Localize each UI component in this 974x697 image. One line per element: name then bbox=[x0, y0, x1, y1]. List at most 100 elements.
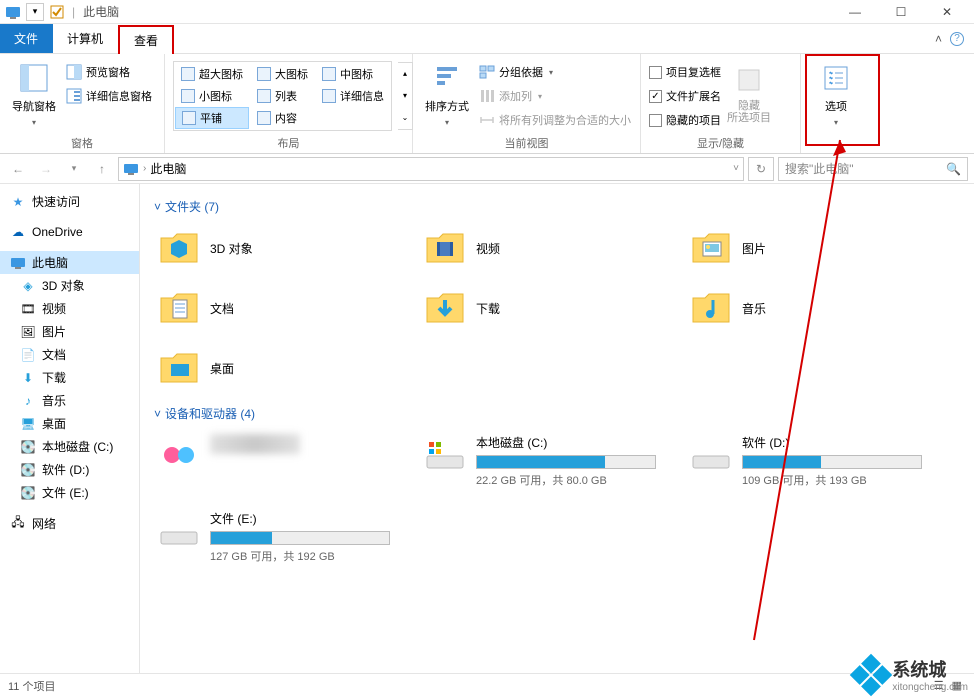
drive-item-0[interactable] bbox=[154, 430, 414, 492]
title-bar: ▾ | 此电脑 — ☐ ✕ bbox=[0, 0, 974, 24]
status-text: 11 个项目 bbox=[8, 678, 55, 694]
sidebar-network[interactable]: 🖧网络 bbox=[0, 512, 139, 535]
folder-music[interactable]: 音乐 bbox=[686, 283, 946, 333]
navigation-tree[interactable]: ★快速访问 ☁OneDrive 此电脑 ◈3D 对象 🎞视频 🖼图片 📄文档 ⬇… bbox=[0, 184, 140, 673]
qat-checkbox-icon[interactable] bbox=[48, 3, 66, 21]
drive-item-d[interactable]: 软件 (D:) 109 GB 可用，共 193 GB bbox=[686, 430, 946, 492]
chevron-down-icon: ˅ bbox=[154, 407, 161, 421]
drive-item-e[interactable]: 文件 (E:) 127 GB 可用，共 192 GB bbox=[154, 506, 414, 568]
folder-icon bbox=[424, 227, 466, 269]
folder-icon bbox=[690, 227, 732, 269]
preview-pane-button[interactable]: 预览窗格 bbox=[66, 62, 152, 82]
sidebar-item-drive-e[interactable]: 💽文件 (E:) bbox=[0, 481, 139, 504]
video-icon: 🎞 bbox=[20, 301, 36, 317]
sidebar-item-drive-c[interactable]: 💽本地磁盘 (C:) bbox=[0, 435, 139, 458]
breadcrumb-item[interactable]: 此电脑 bbox=[150, 160, 186, 177]
layout-large[interactable]: 大图标 bbox=[251, 63, 314, 85]
folders-grid: 3D 对象 视频 图片 文档 下载 音乐 桌面 bbox=[154, 223, 960, 393]
group-by-button[interactable]: 分组依据▾ bbox=[479, 62, 631, 82]
ribbon-collapse[interactable]: ˄ ? bbox=[925, 24, 974, 53]
tab-view[interactable]: 查看 bbox=[118, 25, 174, 54]
cube-icon: ◈ bbox=[20, 278, 36, 294]
add-columns-button[interactable]: 添加列▾ bbox=[479, 86, 631, 106]
status-bar: 11 个项目 ☰ ▦ bbox=[0, 673, 974, 697]
folder-videos[interactable]: 视频 bbox=[420, 223, 680, 273]
sidebar-item-documents[interactable]: 📄文档 bbox=[0, 343, 139, 366]
recent-locations-button[interactable]: ▾ bbox=[62, 157, 86, 181]
group-header-drives[interactable]: ˅设备和驱动器 (4) bbox=[154, 405, 960, 422]
forward-button[interactable]: → bbox=[34, 157, 58, 181]
folder-3d-objects[interactable]: 3D 对象 bbox=[154, 223, 414, 273]
chevron-down-icon: ▾ bbox=[834, 118, 838, 127]
item-checkboxes-toggle[interactable]: 项目复选框 bbox=[649, 62, 721, 82]
qat-separator: | bbox=[70, 5, 77, 19]
app-icon bbox=[158, 434, 200, 476]
help-icon[interactable]: ? bbox=[950, 32, 964, 46]
sidebar-item-downloads[interactable]: ⬇下载 bbox=[0, 366, 139, 389]
qat-dropdown-icon[interactable]: ▾ bbox=[26, 3, 44, 21]
up-button[interactable]: ↑ bbox=[90, 157, 114, 181]
watermark-logo-icon bbox=[850, 653, 892, 695]
drive-icon bbox=[424, 434, 466, 476]
navigation-pane-button[interactable]: 导航窗格 ▾ bbox=[8, 58, 60, 130]
drive-item-c[interactable]: 本地磁盘 (C:) 22.2 GB 可用，共 80.0 GB bbox=[420, 430, 680, 492]
gallery-down-icon[interactable]: ▾ bbox=[398, 85, 412, 107]
chevron-down-icon[interactable]: ˅ bbox=[733, 163, 739, 174]
tab-file[interactable]: 文件 bbox=[0, 24, 53, 53]
hide-selected-button[interactable]: 隐藏 所选项目 bbox=[727, 58, 771, 130]
size-all-columns-button[interactable]: 将所有列调整为合适的大小 bbox=[479, 110, 631, 130]
quick-access-toolbar: ▾ | bbox=[4, 3, 77, 21]
maximize-button[interactable]: ☐ bbox=[878, 0, 924, 24]
app-icon bbox=[4, 3, 22, 21]
items-view[interactable]: ˅文件夹 (7) 3D 对象 视频 图片 文档 下载 音乐 桌面 ˅设备和驱动器… bbox=[140, 184, 974, 673]
close-button[interactable]: ✕ bbox=[924, 0, 970, 24]
sidebar-quick-access[interactable]: ★快速访问 bbox=[0, 190, 139, 213]
ribbon-group-layout: 超大图标 大图标 中图标 小图标 列表 详细信息 平铺 内容 ▴ ▾ ⌄ 布局 bbox=[165, 54, 413, 153]
folder-downloads[interactable]: 下载 bbox=[420, 283, 680, 333]
chevron-down-icon: ▾ bbox=[445, 118, 449, 127]
sidebar-item-pictures[interactable]: 🖼图片 bbox=[0, 320, 139, 343]
layout-medium[interactable]: 中图标 bbox=[316, 63, 390, 85]
nav-pane-label: 导航窗格 bbox=[12, 98, 56, 114]
sidebar-item-videos[interactable]: 🎞视频 bbox=[0, 297, 139, 320]
watermark: 系统城 xitongcheng.com bbox=[856, 656, 968, 693]
gallery-more-icon[interactable]: ⌄ bbox=[398, 107, 412, 129]
address-bar[interactable]: › 此电脑 ˅ bbox=[118, 157, 744, 181]
layout-extra-large[interactable]: 超大图标 bbox=[175, 63, 249, 85]
options-button[interactable]: 选项 ▾ bbox=[810, 58, 862, 130]
folder-pictures[interactable]: 图片 bbox=[686, 223, 946, 273]
drive-icon: 💽 bbox=[20, 462, 36, 478]
watermark-brand: 系统城 bbox=[892, 660, 946, 680]
folder-documents[interactable]: 文档 bbox=[154, 283, 414, 333]
refresh-button[interactable]: ↻ bbox=[748, 157, 774, 181]
sidebar-item-desktop[interactable]: 🖥桌面 bbox=[0, 412, 139, 435]
desktop-icon: 🖥 bbox=[20, 416, 36, 432]
tab-computer[interactable]: 计算机 bbox=[53, 24, 118, 53]
search-input[interactable]: 搜索"此电脑" 🔍 bbox=[778, 157, 968, 181]
layout-gallery[interactable]: 超大图标 大图标 中图标 小图标 列表 详细信息 平铺 内容 bbox=[173, 61, 392, 131]
layout-content[interactable]: 内容 bbox=[251, 107, 314, 129]
layout-details[interactable]: 详细信息 bbox=[316, 85, 390, 107]
layout-tiles[interactable]: 平铺 bbox=[175, 107, 249, 129]
ribbon-group-options: 选项 ▾ bbox=[801, 54, 871, 153]
file-extensions-toggle[interactable]: 文件扩展名 bbox=[649, 86, 721, 106]
group-header-folders[interactable]: ˅文件夹 (7) bbox=[154, 198, 960, 215]
sidebar-item-music[interactable]: ♪音乐 bbox=[0, 389, 139, 412]
details-pane-button[interactable]: 详细信息窗格 bbox=[66, 86, 152, 106]
sort-by-button[interactable]: 排序方式 ▾ bbox=[421, 58, 473, 130]
ribbon-group-showhide: 项目复选框 文件扩展名 隐藏的项目 隐藏 所选项目 显示/隐藏 bbox=[641, 54, 801, 153]
folder-icon bbox=[158, 227, 200, 269]
sidebar-onedrive[interactable]: ☁OneDrive bbox=[0, 221, 139, 243]
sidebar-this-pc[interactable]: 此电脑 bbox=[0, 251, 139, 274]
minimize-button[interactable]: — bbox=[832, 0, 878, 24]
gallery-up-icon[interactable]: ▴ bbox=[398, 63, 412, 85]
folder-desktop[interactable]: 桌面 bbox=[154, 343, 414, 393]
hidden-items-toggle[interactable]: 隐藏的项目 bbox=[649, 110, 721, 130]
cloud-icon: ☁ bbox=[10, 224, 26, 240]
sidebar-item-3d[interactable]: ◈3D 对象 bbox=[0, 274, 139, 297]
sidebar-item-drive-d[interactable]: 💽软件 (D:) bbox=[0, 458, 139, 481]
layout-list[interactable]: 列表 bbox=[251, 85, 314, 107]
layout-small[interactable]: 小图标 bbox=[175, 85, 249, 107]
showhide-group-label: 显示/隐藏 bbox=[649, 133, 792, 151]
back-button[interactable]: ← bbox=[6, 157, 30, 181]
